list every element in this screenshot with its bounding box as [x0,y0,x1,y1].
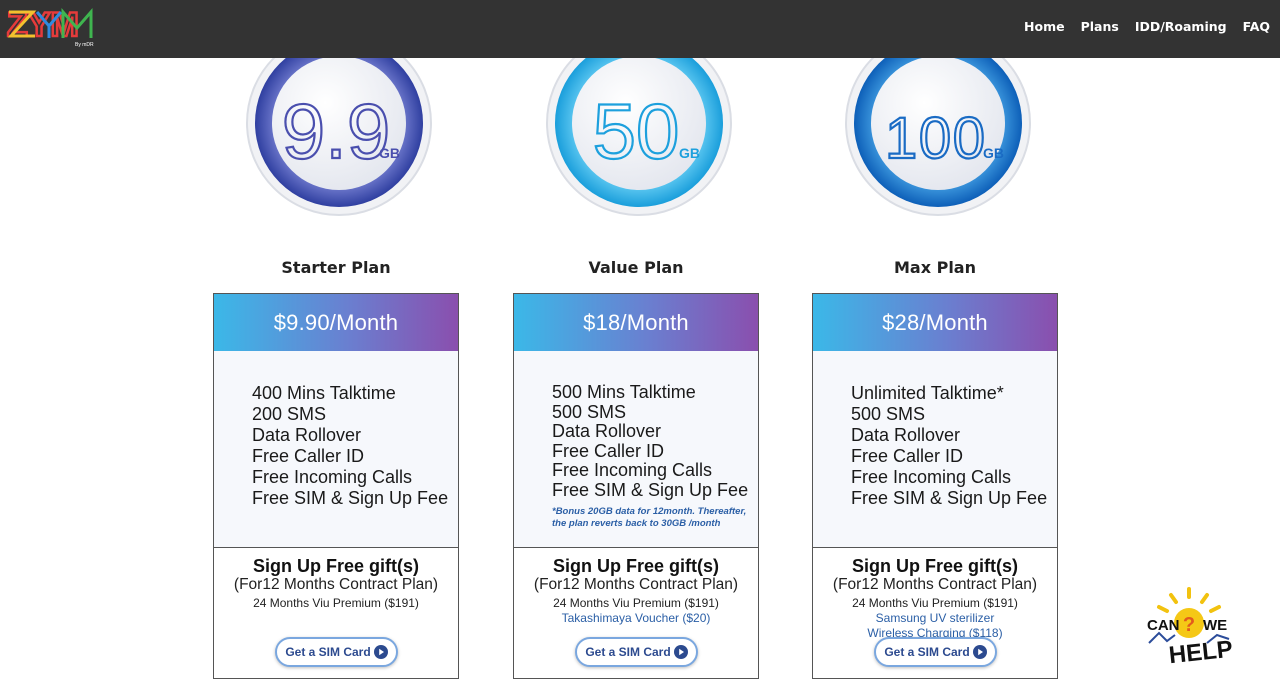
data-badge-max: 100GB [845,30,1031,216]
plan-column-max: 100 GB Max Plan $28/Month Unlimited Talktime… [812,0,1058,683]
gift-item: Samsung UV sterilizer [875,611,995,625]
nav-faq[interactable]: FAQ [1243,19,1270,34]
svg-text:?: ? [1183,614,1195,636]
feature-item: Unlimited Talktime* [851,383,1004,403]
plan-card: $18/Month 500 Mins Talktime 500 SMS Data Ro… [513,293,759,679]
badge-unit: GB [983,145,1004,161]
feature-item: 200 SMS [252,404,327,424]
main-nav: Home Plans IDD/Roaming FAQ [1008,0,1270,52]
feature-list: Unlimited Talktime* 500 SMS Data Rollover F… [851,383,1047,509]
price-banner: $18/Month [514,294,758,351]
get-sim-card-label: Get a SIM Card [884,645,970,659]
badge-value: 9.9 [282,87,390,175]
get-sim-card-label: Get a SIM Card [585,645,671,659]
gift-panel: Sign Up Free gift(s) (For12 Months Contra… [214,550,458,611]
feature-item: Data Rollover [851,425,961,445]
gift-subtitle: (For12 Months Contract Plan) [533,576,739,593]
feature-item: Free Incoming Calls [552,460,713,481]
price-banner: $9.90/Month [214,294,458,351]
feature-item: Free Incoming Calls [851,467,1012,487]
sun-rays-icon [1157,587,1221,613]
feature-item: Free Caller ID [252,446,365,466]
data-badge-value: 50 GB [546,30,732,216]
gift-panel: Sign Up Free gift(s) (For12 Months Contra… [813,550,1057,641]
top-navbar: ZYM By mDR Home Plans IDD/Roaming FAQ [0,0,1280,58]
feature-item: Data Rollover [552,421,662,442]
play-circle-icon [373,645,388,659]
features-panel: 400 Mins Talktime 200 SMS Data Rollover Fre… [214,351,458,548]
svg-text:HELP: HELP [1168,636,1234,670]
feature-item: 500 SMS [851,404,926,424]
play-circle-icon [972,645,987,659]
gift-subtitle: (For12 Months Contract Plan) [832,576,1038,593]
gift-title: Sign Up Free gift(s) [553,556,719,576]
feature-list: 400 Mins Talktime 200 SMS Data Rollover Fre… [252,383,448,509]
feature-list: 500 Mins Talktime 500 SMS Data Rollover Fre… [552,382,749,501]
plan-card: $28/Month Unlimited Talktime* 500 SMS Data … [812,293,1058,679]
get-sim-card-button[interactable]: Get a SIM Card [275,637,398,667]
plan-column-value: 50 GB Value Plan $18/Month 500 Mins Talktime… [513,0,759,683]
plan-title: Starter Plan [281,258,391,277]
gift-item: Takashimaya Voucher ($20) [561,611,711,625]
nav-home[interactable]: Home [1024,19,1065,34]
gift-title: Sign Up Free gift(s) [253,556,419,576]
feature-item: 400 Mins Talktime [252,383,396,403]
can-we-help-widget[interactable]: ? CAN WE HELP [1143,585,1239,671]
data-badge-starter: 9.9GB [246,30,432,216]
gift-title: Sign Up Free gift(s) [852,556,1018,576]
feature-item: Free Caller ID [552,440,665,461]
gift-panel: Sign Up Free gift(s) (For12 Months Contra… [514,550,758,626]
feature-item: Data Rollover [252,425,362,445]
gift-subtitle: (For12 Months Contract Plan) [233,576,439,593]
bonus-note: *Bonus 20GB data for 12month. Thereafter… [552,506,747,529]
feature-item: Free SIM & Sign Up Fee [851,488,1048,508]
plan-title: Max Plan [893,258,976,277]
gift-item: 24 Months Viu Premium ($191) [253,596,419,610]
feature-item: Free Incoming Calls [252,467,413,487]
badge-value: 50 [593,87,680,175]
gift-item: 24 Months Viu Premium ($191) [553,596,719,610]
get-sim-card-label: Get a SIM Card [285,645,371,659]
feature-item: 500 SMS [552,401,627,422]
get-sim-card-button[interactable]: Get a SIM Card [874,637,997,667]
feature-item: Free SIM & Sign Up Fee [552,479,749,500]
features-panel: 500 Mins Talktime 500 SMS Data Rollover Fre… [514,351,758,548]
svg-text:WE: WE [1203,617,1227,634]
gift-item: 24 Months Viu Premium ($191) [852,596,1018,610]
zym-logo[interactable]: ZYM By mDR [5,6,97,48]
feature-item: Free Caller ID [851,446,964,466]
plan-column-starter: 9.9 GB Starter Plan $9.90/Month 400 Mins Tal… [213,0,459,683]
nav-idd-roaming[interactable]: IDD/Roaming [1135,19,1227,34]
play-circle-icon [673,645,688,659]
nav-plans[interactable]: Plans [1081,19,1119,34]
plan-title: Value Plan [588,258,684,277]
plan-card: $9.90/Month 400 Mins Talktime 200 SMS Data … [213,293,459,679]
features-panel: Unlimited Talktime* 500 SMS Data Rollover F… [813,351,1057,548]
badge-unit: GB [379,145,400,161]
price-banner: $28/Month [813,294,1057,351]
feature-item: 500 Mins Talktime [552,382,696,402]
svg-text:By mDR: By mDR [75,42,94,48]
badge-value: 100 [885,106,985,171]
badge-unit: GB [679,145,700,161]
feature-item: Free SIM & Sign Up Fee [252,488,449,508]
svg-text:CAN: CAN [1147,617,1180,634]
get-sim-card-button[interactable]: Get a SIM Card [575,637,698,667]
